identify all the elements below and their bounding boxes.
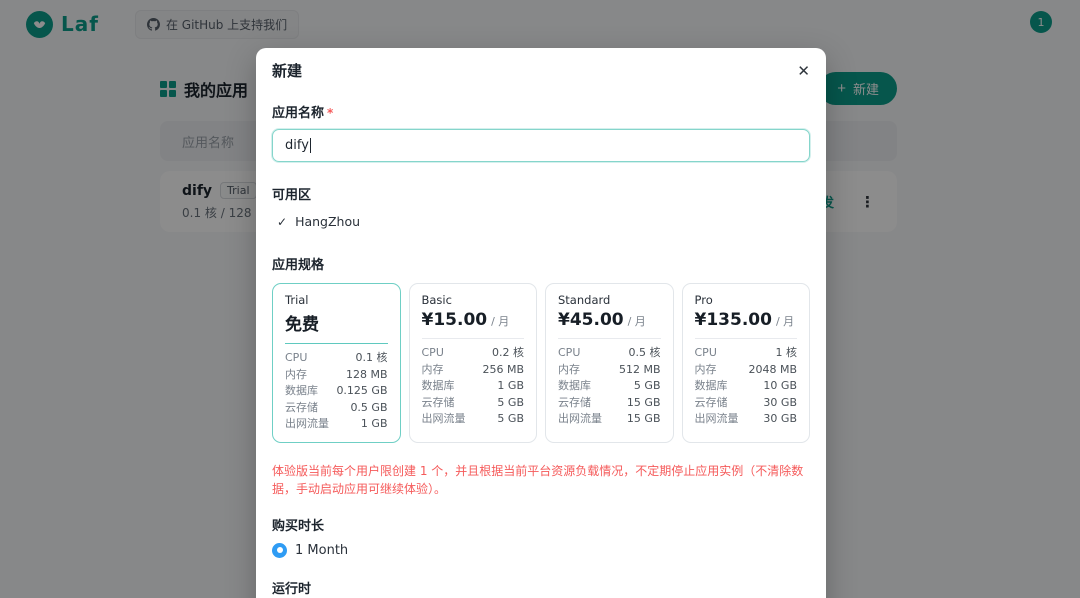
plan-price: ¥45.00 (558, 310, 624, 330)
spec-row: 数据库0.125 GB (285, 383, 388, 400)
plan-price: ¥15.00 (422, 310, 488, 330)
plan-name: Basic (422, 293, 525, 307)
required-asterisk: * (327, 106, 333, 120)
plan-price: ¥135.00 (695, 310, 772, 330)
spec-row: 出网流量1 GB (285, 416, 388, 433)
divider (558, 338, 661, 339)
plan-name: Pro (695, 293, 798, 307)
divider (285, 343, 388, 344)
spec-row: 内存2048 MB (695, 362, 798, 379)
plan-price: 免费 (285, 310, 319, 335)
spec-row: 出网流量30 GB (695, 411, 798, 428)
plan-card-trial[interactable]: Trial 免费 CPU0.1 核 内存128 MB 数据库0.125 GB 云… (272, 283, 401, 443)
spec-row: 内存128 MB (285, 367, 388, 384)
duration-option-1month[interactable]: 1 Month (272, 543, 810, 558)
trial-warning-text: 体验版当前每个用户限创建 1 个，并且根据当前平台资源负载情况，不定期停止应用实… (272, 462, 810, 498)
duration-option-label: 1 Month (295, 543, 348, 558)
plan-period: / 月 (776, 313, 794, 329)
plan-name: Trial (285, 293, 388, 307)
spec-row: CPU0.2 核 (422, 345, 525, 362)
region-option-hangzhou[interactable]: ✓ HangZhou (272, 214, 810, 229)
duration-label: 购买时长 (272, 515, 810, 534)
close-icon[interactable]: ✕ (797, 62, 810, 80)
plan-period: / 月 (491, 313, 509, 329)
spec-row: 云存储5 GB (422, 395, 525, 412)
region-label: 可用区 (272, 184, 810, 203)
spec-row: CPU0.5 核 (558, 345, 661, 362)
spec-row: 云存储0.5 GB (285, 400, 388, 417)
region-option-label: HangZhou (295, 214, 360, 229)
spec-row: 数据库10 GB (695, 378, 798, 395)
app-name-label: 应用名称* (272, 102, 810, 121)
plans-label: 应用规格 (272, 254, 810, 273)
radio-selected-icon (272, 543, 287, 558)
plan-card-standard[interactable]: Standard ¥45.00 / 月 CPU0.5 核 内存512 MB 数据… (545, 283, 674, 443)
create-app-modal: 新建 ✕ 应用名称* dify 可用区 ✓ HangZhou 应用规格 Tria… (256, 48, 826, 598)
spec-row: CPU0.1 核 (285, 350, 388, 367)
runtime-label: 运行时 (272, 578, 810, 597)
spec-row: 出网流量5 GB (422, 411, 525, 428)
plan-period: / 月 (628, 313, 646, 329)
plan-card-pro[interactable]: Pro ¥135.00 / 月 CPU1 核 内存2048 MB 数据库10 G… (682, 283, 811, 443)
modal-title: 新建 (272, 60, 302, 81)
app-name-input-value: dify (285, 138, 309, 153)
spec-row: 内存512 MB (558, 362, 661, 379)
plan-cards: Trial 免费 CPU0.1 核 内存128 MB 数据库0.125 GB 云… (272, 283, 810, 443)
spec-row: 云存储30 GB (695, 395, 798, 412)
check-icon: ✓ (277, 215, 287, 229)
plan-card-basic[interactable]: Basic ¥15.00 / 月 CPU0.2 核 内存256 MB 数据库1 … (409, 283, 538, 443)
spec-row: 数据库5 GB (558, 378, 661, 395)
divider (695, 338, 798, 339)
divider (422, 338, 525, 339)
plan-name: Standard (558, 293, 661, 307)
text-caret (310, 138, 311, 153)
spec-row: CPU1 核 (695, 345, 798, 362)
app-name-input[interactable]: dify (272, 129, 810, 162)
spec-row: 出网流量15 GB (558, 411, 661, 428)
spec-row: 内存256 MB (422, 362, 525, 379)
spec-row: 云存储15 GB (558, 395, 661, 412)
spec-row: 数据库1 GB (422, 378, 525, 395)
